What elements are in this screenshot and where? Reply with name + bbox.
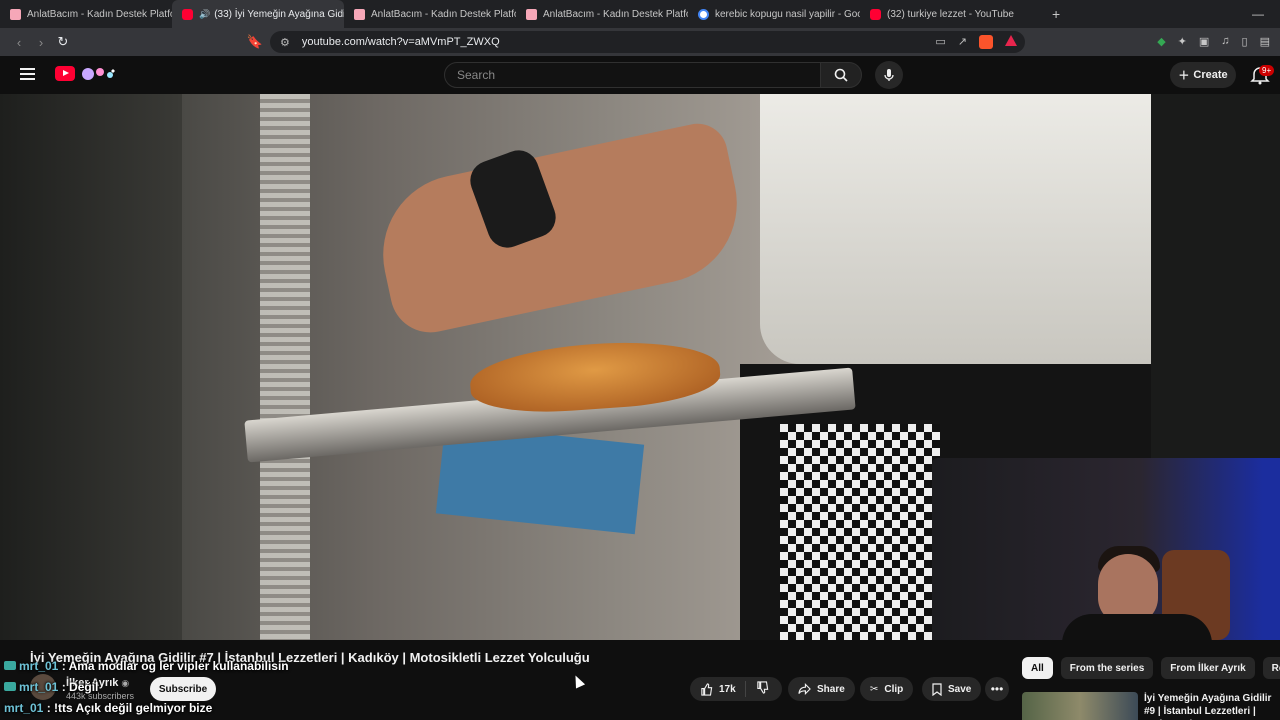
chat-badge-icon [4, 682, 16, 691]
chat-text: !tts Açık değil gelmiyor bize [54, 701, 213, 715]
player-left-blur [0, 94, 182, 640]
browser-tab[interactable]: kerebic kopugu nasil yapilir - Google [688, 0, 860, 28]
puzzle-icon[interactable]: ✦ [1178, 35, 1187, 48]
browser-tab-active[interactable]: 🔊 (33) İyi Yemeğin Ayağına Gidil ✕ [172, 0, 344, 28]
wallet-icon[interactable]: ▤ [1260, 35, 1270, 48]
back-icon[interactable]: ‹ [8, 35, 30, 50]
youtube-logo-icon[interactable] [55, 66, 75, 81]
new-tab-button[interactable]: + [1052, 6, 1060, 22]
google-favicon-icon [698, 8, 709, 20]
like-count: 17k [719, 683, 736, 695]
chef-arm [368, 118, 752, 340]
site-favicon-icon [10, 8, 21, 20]
chat-message: mrt_01 : Ama modlar og ler vipler kullan… [4, 656, 289, 677]
background-blinds [260, 94, 310, 640]
like-button[interactable]: 17k [690, 681, 746, 697]
stream-chat-overlay: mrt_01 : Ama modlar og ler vipler kullan… [4, 656, 289, 719]
mouse-cursor-icon [570, 673, 586, 689]
create-label: Create [1193, 69, 1228, 81]
url-text: youtube.com/watch?v=aMVmPT_ZWXQ [301, 36, 500, 48]
tab-label: (32) turkiye lezzet - YouTube [887, 8, 1014, 20]
chat-message: mrt_01 : !tts Açık değil gelmiyor bize [4, 701, 213, 715]
sidebar-icon[interactable]: ▯ [1242, 35, 1248, 48]
youtube-masthead: Search ＋ Create 9+ [0, 56, 1280, 94]
notification-count-badge: 9+ [1259, 65, 1275, 76]
related-filter-chips: All From the series From İlker Ayrık Rel… [1022, 657, 1280, 679]
recommended-video-title[interactable]: İyi Yemeğin Ayağına Gidilir #9 | İstanbu… [1144, 692, 1280, 720]
chat-username: mrt_01 [19, 659, 59, 673]
doodle-icon[interactable] [80, 66, 118, 82]
chat-text: Değil [69, 680, 99, 694]
tab-label: kerebic kopugu nasil yapilir - Google [715, 8, 860, 20]
recommended-video-thumbnail[interactable] [1022, 692, 1138, 720]
speaker-icon[interactable]: 🔊 [199, 9, 210, 20]
save-button[interactable]: Save [922, 677, 982, 701]
site-info-icon[interactable]: ⚙ [280, 36, 290, 49]
streamer-body [1062, 614, 1212, 640]
thumbs-up-icon [701, 682, 713, 696]
more-actions-icon[interactable]: ••• [985, 677, 1009, 701]
address-bar-row: ‹ › ↻ 🔖 ⚙ youtube.com/watch?v=aMVmPT_ZWX… [0, 28, 1280, 56]
browser-tab[interactable]: (32) turkiye lezzet - YouTube [860, 0, 1032, 28]
tab-label: (33) İyi Yemeğin Ayağına Gidil [214, 8, 344, 20]
bookmark-icon[interactable]: 🔖 [244, 34, 266, 50]
clip-button[interactable]: ✂ Clip [860, 677, 914, 701]
chip-all[interactable]: All [1022, 657, 1053, 679]
checkered-towel [780, 424, 940, 640]
brave-rewards-icon[interactable] [1005, 35, 1017, 46]
youtube-favicon-icon [182, 8, 193, 20]
browser-tab[interactable]: AnlatBacım - Kadın Destek Platformu [344, 0, 516, 28]
bookmark-save-icon [932, 682, 942, 696]
browser-tab[interactable]: AnlatBacım - Kadın Destek Platformu [0, 0, 172, 28]
microphone-icon [884, 69, 894, 81]
chat-username: mrt_01 [19, 680, 59, 694]
extension-icon[interactable]: ◆ [1157, 35, 1165, 48]
site-favicon-icon [354, 8, 365, 20]
browser-tab[interactable]: AnlatBacım - Kadın Destek Platformu [516, 0, 688, 28]
thumbs-down-icon [757, 681, 769, 694]
chat-message: mrt_01 : Değil [4, 677, 289, 698]
search-input[interactable]: Search [444, 62, 821, 88]
chef-shirt [760, 94, 1151, 364]
search-icon [834, 68, 848, 82]
dislike-button[interactable] [746, 681, 769, 697]
screenshot-icon[interactable]: ▣ [1199, 35, 1209, 48]
reload-icon[interactable]: ↻ [52, 34, 74, 50]
site-favicon-icon [526, 8, 537, 20]
youtube-favicon-icon [870, 8, 881, 20]
chat-badge-icon [4, 661, 16, 670]
tab-label: AnlatBacım - Kadın Destek Platformu [543, 8, 688, 20]
chat-username: mrt_01 [4, 701, 44, 715]
url-field[interactable]: ⚙ youtube.com/watch?v=aMVmPT_ZWXQ ▭ ↗ [270, 31, 1025, 53]
browser-tab-strip: AnlatBacım - Kadın Destek Platformu 🔊 (3… [0, 0, 1280, 28]
video-player[interactable] [0, 94, 1280, 640]
chip-from-channel[interactable]: From İlker Ayrık [1161, 657, 1255, 679]
share-arrow-icon [798, 683, 811, 695]
voice-search-button[interactable] [875, 61, 903, 89]
brave-shields-icon[interactable] [979, 35, 993, 49]
minimize-icon[interactable]: — [1252, 7, 1264, 21]
chat-text: Ama modlar og ler vipler kullanabilisin [68, 659, 289, 673]
music-icon[interactable]: ♫ [1221, 35, 1229, 48]
cast-icon[interactable]: ▭ [935, 35, 945, 49]
share-label: Share [817, 683, 845, 695]
chip-related[interactable]: Rela [1262, 657, 1280, 679]
tab-label: AnlatBacım - Kadın Destek Platformu [371, 8, 516, 20]
extensions-area: ◆ ✦ ▣ ♫ ▯ ▤ [1157, 35, 1270, 48]
share-page-icon[interactable]: ↗ [958, 35, 967, 49]
clip-label: Clip [884, 683, 904, 695]
scissors-icon: ✂ [870, 683, 879, 695]
chip-from-series[interactable]: From the series [1060, 657, 1154, 679]
menu-icon[interactable] [20, 68, 35, 80]
save-label: Save [948, 683, 972, 695]
tab-label: AnlatBacım - Kadın Destek Platformu [27, 8, 172, 20]
create-button[interactable]: ＋ Create [1170, 62, 1236, 88]
like-dislike-group: 17k [690, 677, 782, 701]
search-button[interactable] [820, 62, 862, 88]
plus-icon: ＋ [1178, 70, 1190, 82]
forward-icon[interactable]: › [30, 35, 52, 50]
share-button[interactable]: Share [788, 677, 855, 701]
